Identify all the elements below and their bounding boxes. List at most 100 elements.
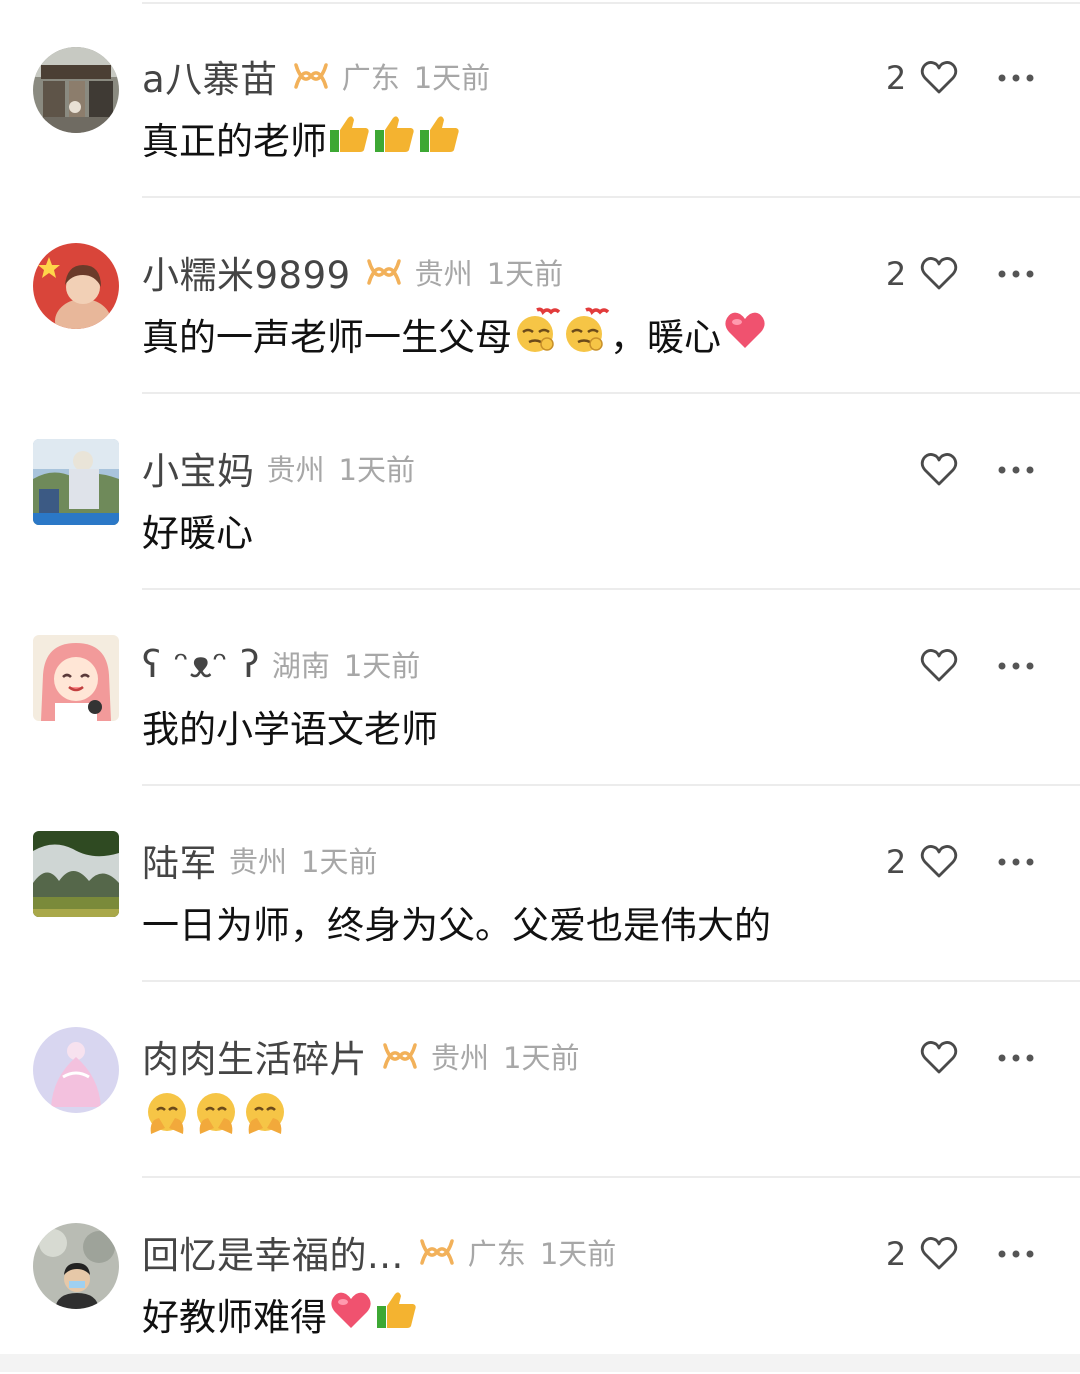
pray-face-icon [143, 1090, 191, 1147]
666-face-icon [513, 306, 561, 363]
like-button[interactable] [919, 1234, 959, 1274]
heart-outline-icon [920, 1041, 958, 1074]
more-options-button[interactable] [994, 844, 1038, 880]
heart-outline-icon [920, 61, 958, 94]
timestamp: 1天前 [413, 61, 491, 95]
comment-item: 肉肉生活碎片 贵州 1天前 [0, 982, 1080, 1178]
comment-meta: 湖南 1天前 [272, 643, 420, 685]
comment-text-body: 真正的老师 [142, 120, 327, 163]
more-dots-icon [998, 662, 1034, 670]
more-dots-icon [998, 466, 1034, 474]
heart-outline-icon [920, 649, 958, 682]
more-options-button[interactable] [994, 1040, 1038, 1076]
username[interactable]: ʕ ᵔᴥᵔ ʔ [142, 643, 260, 686]
thumbs-up-icon [418, 112, 462, 165]
more-options-button[interactable] [994, 452, 1038, 488]
timestamp: 1天前 [539, 1237, 617, 1271]
comment-text: 我的小学语文老师 [142, 696, 438, 756]
timestamp: 1天前 [338, 453, 415, 487]
like-button[interactable] [919, 1038, 959, 1078]
comment-text: 真的一声老师一生父母 ，暖心 [142, 304, 768, 364]
like-button[interactable] [919, 58, 959, 98]
like-count: 2 [885, 59, 907, 97]
avatar[interactable] [33, 635, 119, 721]
comment-meta: 广东 1天前 [342, 55, 490, 97]
username[interactable]: a八寨苗 [142, 49, 278, 103]
more-options-button[interactable] [994, 60, 1038, 96]
comment-meta: 贵州 1天前 [229, 839, 377, 881]
more-options-button[interactable] [994, 648, 1038, 684]
username[interactable]: 回忆是幸福的... [142, 1225, 404, 1279]
heart-outline-icon [920, 453, 958, 486]
heart-outline-icon [920, 845, 958, 878]
name-row: 小宝妈 贵州 1天前 [142, 442, 415, 494]
avatar[interactable] [33, 47, 119, 133]
more-options-button[interactable] [994, 256, 1038, 292]
bottom-strip [0, 1354, 1080, 1372]
comment-text: 好暖心 [142, 500, 253, 560]
location: 贵州 [414, 257, 473, 291]
more-dots-icon [998, 1054, 1034, 1062]
comment-text-body: 好暖心 [142, 512, 253, 555]
more-options-button[interactable] [994, 1236, 1038, 1272]
timestamp: 1天前 [301, 845, 378, 879]
comment-item: 小宝妈 贵州 1天前 好暖心 [0, 394, 1080, 590]
like-button[interactable] [919, 450, 959, 490]
more-dots-icon [998, 270, 1034, 278]
fan-badge-icon [418, 1237, 456, 1267]
heart-icon [722, 308, 768, 361]
avatar[interactable] [33, 1027, 119, 1113]
comment-meta: 贵州 1天前 [431, 1035, 579, 1077]
comment-item: ʕ ᵔᴥᵔ ʔ 湖南 1天前 我的小学语文老师 [0, 590, 1080, 786]
like-button[interactable] [919, 646, 959, 686]
fan-badge-icon [365, 257, 403, 287]
like-count: 2 [885, 255, 907, 293]
like-button[interactable] [919, 254, 959, 294]
thumbs-up-icon [373, 112, 417, 165]
comment-text-body: 好教师难得 [142, 1296, 327, 1339]
heart-outline-icon [920, 1237, 958, 1270]
timestamp: 1天前 [343, 649, 421, 683]
timestamp: 1天前 [486, 257, 564, 291]
location: 贵州 [431, 1041, 490, 1075]
fan-badge-icon [292, 61, 330, 91]
location: 湖南 [271, 649, 330, 683]
more-dots-icon [998, 858, 1034, 866]
comment-text-body: 我的小学语文老师 [142, 708, 438, 751]
heart-icon [328, 1288, 374, 1341]
like-count: 2 [885, 1235, 907, 1273]
more-dots-icon [998, 1250, 1034, 1258]
avatar[interactable] [33, 243, 119, 329]
comment-item: a八寨苗 广东 1天前 真正的老师 2 [0, 2, 1080, 198]
comment-item: 回忆是幸福的... 广东 1天前 好教师难得 2 [0, 1178, 1080, 1374]
location: 广东 [341, 61, 400, 95]
thumbs-up-icon [328, 112, 372, 165]
comment-meta: 贵州 1天前 [267, 447, 415, 489]
username[interactable]: 肉肉生活碎片 [142, 1029, 367, 1083]
comment-text-body: 一日为师，终身为父。父爱也是伟大的 [142, 904, 771, 947]
name-row: 肉肉生活碎片 贵州 1天前 [142, 1030, 579, 1082]
comment-text: 真正的老师 [142, 108, 462, 168]
comment-text-body: 真的一声老师一生父母 [142, 316, 512, 359]
name-row: 小糯米9899 贵州 1天前 [142, 246, 563, 298]
like-count: 2 [885, 843, 907, 881]
username[interactable]: 小宝妈 [142, 441, 255, 495]
location: 广东 [467, 1237, 526, 1271]
heart-outline-icon [920, 257, 958, 290]
comment-meta: 广东 1天前 [468, 1231, 616, 1273]
username[interactable]: 小糯米9899 [142, 245, 351, 299]
comment-item: 小糯米9899 贵州 1天前 真的一声老师一生父母 ，暖心 2 [0, 198, 1080, 394]
avatar[interactable] [33, 439, 119, 525]
username[interactable]: 陆军 [142, 833, 217, 887]
timestamp: 1天前 [503, 1041, 580, 1075]
avatar[interactable] [33, 1223, 119, 1309]
name-row: 陆军 贵州 1天前 [142, 834, 377, 886]
comment-text [142, 1088, 289, 1148]
more-dots-icon [998, 74, 1034, 82]
thumbs-up-icon [375, 1288, 419, 1341]
pray-face-icon [241, 1090, 289, 1147]
comment-text: 一日为师，终身为父。父爱也是伟大的 [142, 892, 771, 952]
like-button[interactable] [919, 842, 959, 882]
comment-text: 好教师难得 [142, 1284, 419, 1344]
avatar[interactable] [33, 831, 119, 917]
